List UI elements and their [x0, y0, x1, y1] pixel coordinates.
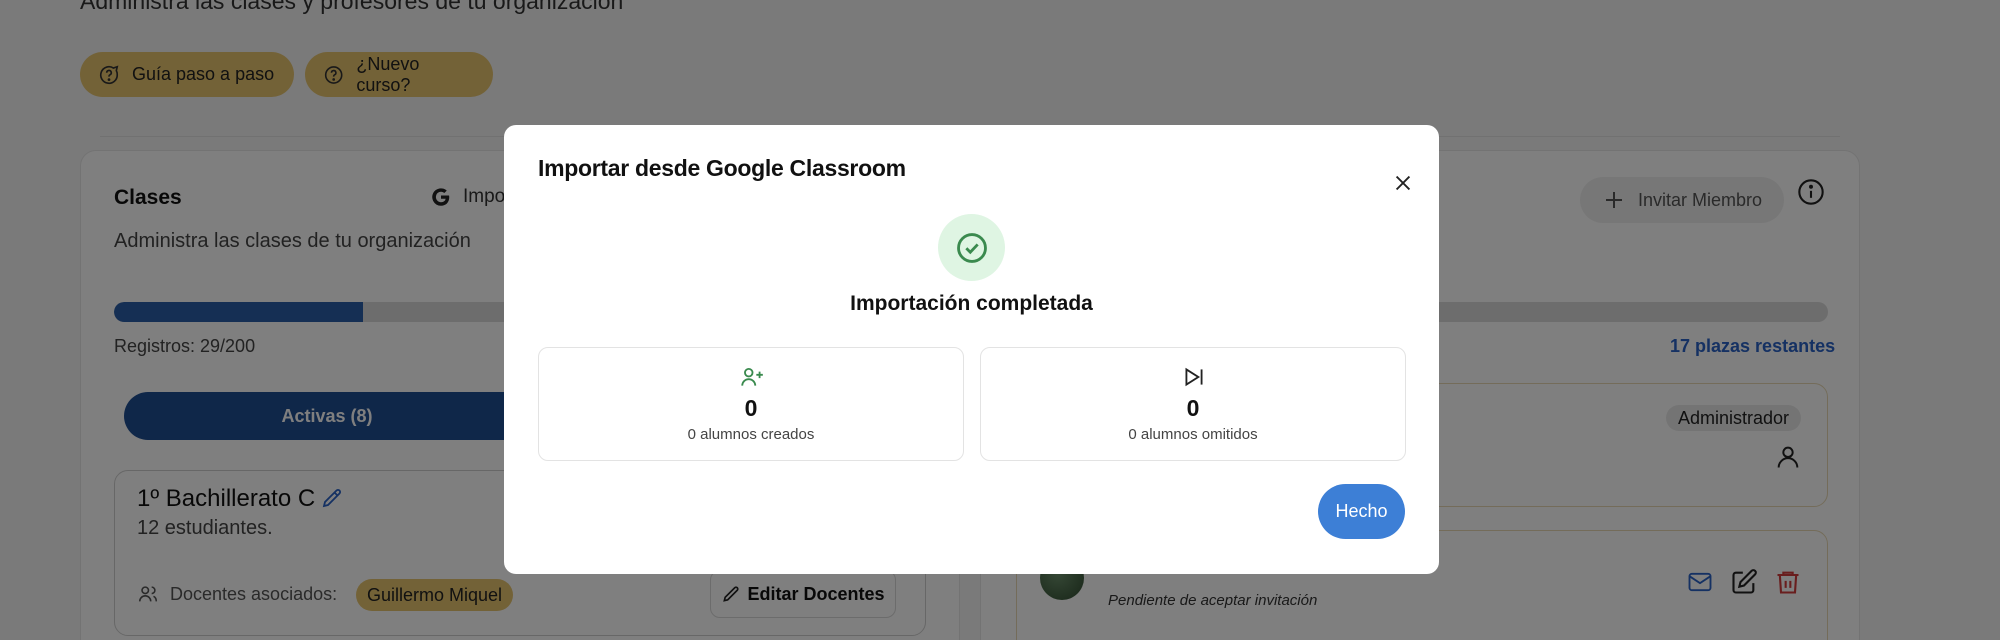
- done-button[interactable]: Hecho: [1318, 484, 1405, 539]
- created-stat-card: 0 0 alumnos creados: [538, 347, 964, 461]
- skipped-stat-card: 0 0 alumnos omitidos: [980, 347, 1406, 461]
- import-modal: Importar desde Google Classroom Importac…: [504, 125, 1439, 574]
- created-label: 0 alumnos creados: [687, 426, 815, 443]
- skipped-count: 0: [1186, 395, 1200, 421]
- success-badge: [938, 214, 1005, 281]
- skipped-label: 0 alumnos omitidos: [1128, 426, 1258, 443]
- skip-forward-icon: [1185, 367, 1203, 387]
- check-circle-icon: [956, 232, 987, 263]
- created-count: 0: [744, 395, 758, 421]
- user-plus-icon: [741, 367, 763, 386]
- import-status: Importación completada: [850, 292, 1093, 315]
- modal-title: Importar desde Google Classroom: [538, 155, 906, 181]
- close-icon[interactable]: [1392, 172, 1414, 194]
